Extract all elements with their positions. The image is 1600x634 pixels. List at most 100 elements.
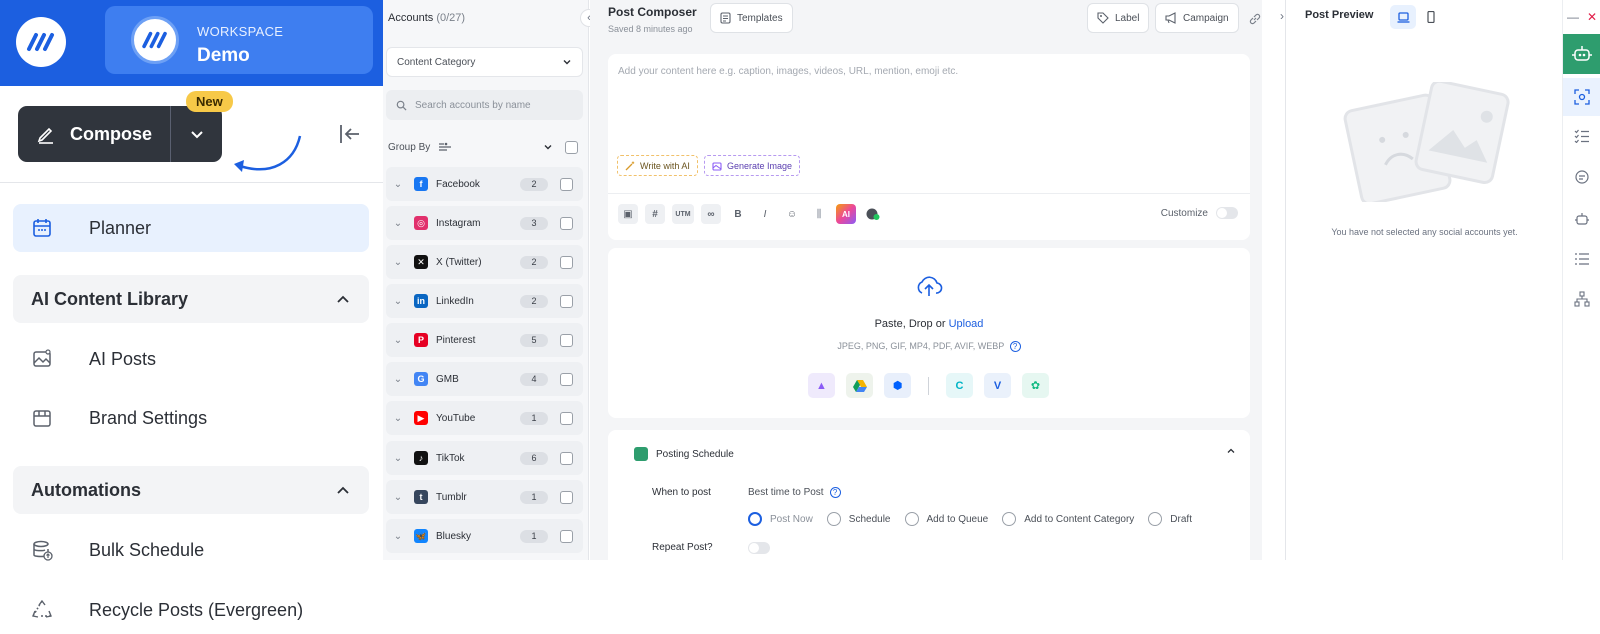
option-add-to-content-category[interactable]: Add to Content Category xyxy=(1002,512,1134,526)
chart-icon[interactable]: ⫼ xyxy=(809,204,829,224)
vistacreate-icon[interactable]: V xyxy=(984,373,1011,398)
chevron-right-icon[interactable]: › xyxy=(1280,9,1284,23)
platform-row[interactable]: ⌄ ▶ YouTube 1 xyxy=(386,401,583,435)
platform-row[interactable]: ⌄ t Tumblr 1 xyxy=(386,480,583,514)
posting-schedule-header[interactable]: Posting Schedule xyxy=(634,447,734,461)
google-drive-icon[interactable] xyxy=(846,373,873,398)
utm-icon[interactable]: UTM xyxy=(672,204,694,224)
radio-button[interactable] xyxy=(1148,512,1163,526)
media-upload-area[interactable]: Paste, Drop or Upload JPEG, PNG, GIF, MP… xyxy=(608,248,1250,418)
comments-icon[interactable] xyxy=(1563,163,1600,191)
generate-image-button[interactable]: Generate Image xyxy=(704,155,801,176)
chevron-down-icon[interactable]: ⌄ xyxy=(386,296,410,307)
bold-icon[interactable]: B xyxy=(728,204,748,224)
radio-button[interactable] xyxy=(826,512,841,526)
platform-row[interactable]: ⌄ ✕ X (Twitter) 2 xyxy=(386,245,583,279)
best-time-link[interactable]: Best time to Post ? xyxy=(748,487,841,498)
platform-checkbox[interactable] xyxy=(560,529,573,543)
desktop-preview-toggle[interactable] xyxy=(1390,5,1416,29)
collapse-sidebar-icon[interactable] xyxy=(338,122,362,146)
option-post-now[interactable]: Post Now xyxy=(748,512,813,526)
sidebar-item-ai-posts[interactable]: AI Posts xyxy=(13,335,369,383)
chevron-down-icon[interactable]: ⌄ xyxy=(386,453,410,464)
platform-row[interactable]: ⌄ P Pinterest 5 xyxy=(386,323,583,357)
option-schedule[interactable]: Schedule xyxy=(826,512,891,526)
platform-checkbox[interactable] xyxy=(560,177,573,191)
chevron-up-icon[interactable] xyxy=(1226,446,1236,456)
help-icon[interactable]: ? xyxy=(829,487,841,498)
platform-row[interactable]: ⌄ ◎ Instagram 3 xyxy=(386,206,583,240)
platform-row[interactable]: ⌄ in LinkedIn 2 xyxy=(386,284,583,318)
sidebar-item-recycle-posts[interactable]: Recycle Posts (Evergreen) xyxy=(13,586,369,634)
platform-checkbox[interactable] xyxy=(560,294,573,308)
radio-button[interactable] xyxy=(748,512,762,526)
radio-button[interactable] xyxy=(1002,512,1017,526)
italic-icon[interactable]: I xyxy=(755,204,775,224)
compose-button[interactable]: Compose xyxy=(18,106,222,162)
templates-button[interactable]: Templates xyxy=(710,3,793,33)
select-all-checkbox[interactable] xyxy=(565,140,578,154)
checklist-icon[interactable] xyxy=(1563,122,1600,150)
ai-assistant-button[interactable] xyxy=(1563,34,1600,74)
platform-row[interactable]: ⌄ G GMB 4 xyxy=(386,362,583,396)
upload-link[interactable]: Upload xyxy=(949,318,984,330)
platform-row[interactable]: ⌄ f Facebook 2 xyxy=(386,167,583,201)
campaign-button[interactable]: Campaign xyxy=(1155,3,1239,33)
sidebar-group-automations[interactable]: Automations xyxy=(13,466,369,514)
idea-robot-icon[interactable] xyxy=(1563,205,1600,233)
sidebar-group-ai-content-library[interactable]: AI Content Library xyxy=(13,275,369,323)
sidebar-item-brand-settings[interactable]: Brand Settings xyxy=(13,394,369,442)
help-icon[interactable]: ? xyxy=(1009,341,1021,352)
customize-toggle[interactable] xyxy=(1216,207,1238,219)
workspace-switcher[interactable]: WORKSPACE Demo xyxy=(105,6,373,74)
option-add-to-queue[interactable]: Add to Queue xyxy=(904,512,988,526)
chevron-down-icon[interactable]: ⌄ xyxy=(386,179,410,190)
chevron-down-icon[interactable]: ⌄ xyxy=(386,531,410,542)
emoji-icon[interactable]: ☺ xyxy=(782,204,802,224)
platform-checkbox[interactable] xyxy=(560,411,573,425)
post-editor[interactable]: Add your content here e.g. caption, imag… xyxy=(608,54,1250,240)
chevron-down-icon[interactable]: ⌄ xyxy=(386,257,410,268)
option-draft[interactable]: Draft xyxy=(1148,512,1192,526)
chevron-down-icon[interactable]: ⌄ xyxy=(386,492,410,503)
ai-gradient-icon[interactable]: AI xyxy=(836,204,856,224)
minimize-icon[interactable]: — xyxy=(1567,10,1579,24)
chevron-down-icon[interactable]: ⌄ xyxy=(386,335,410,346)
chevron-down-icon[interactable]: ⌄ xyxy=(386,218,410,229)
chevron-down-icon[interactable]: ⌄ xyxy=(386,374,410,385)
platform-checkbox[interactable] xyxy=(560,451,573,465)
mobile-preview-toggle[interactable] xyxy=(1418,5,1444,29)
platform-row[interactable]: ⌄ ♪ TikTok 6 xyxy=(386,441,583,475)
platform-checkbox[interactable] xyxy=(560,372,573,386)
compose-dropdown-toggle[interactable] xyxy=(171,106,222,162)
app-logo[interactable] xyxy=(16,17,66,67)
repeat-post-toggle[interactable] xyxy=(748,542,770,554)
hierarchy-icon[interactable] xyxy=(1563,285,1600,313)
media-library-icon[interactable]: ▲ xyxy=(808,373,835,398)
list-icon[interactable] xyxy=(1563,245,1600,273)
compose-main-action[interactable]: Compose xyxy=(18,106,171,162)
chatgpt-icon[interactable] xyxy=(863,204,883,224)
link-shortener-icon[interactable]: ∞ xyxy=(701,204,721,224)
save-icon[interactable]: ▣ xyxy=(618,204,638,224)
group-by-control[interactable]: Group By xyxy=(388,138,578,156)
hashtag-icon[interactable]: # xyxy=(645,204,665,224)
platform-checkbox[interactable] xyxy=(560,255,573,269)
radio-button[interactable] xyxy=(904,512,919,526)
account-search-input[interactable]: Search accounts by name xyxy=(386,90,583,120)
platform-row[interactable]: ⌄ 🦋 Bluesky 1 xyxy=(386,519,583,553)
link-icon[interactable] xyxy=(1248,12,1262,26)
platform-checkbox[interactable] xyxy=(560,490,573,504)
platform-checkbox[interactable] xyxy=(560,216,573,230)
write-with-ai-button[interactable]: Write with AI xyxy=(617,155,698,176)
sidebar-item-planner[interactable]: Planner xyxy=(13,204,369,252)
chevron-down-icon[interactable]: ⌄ xyxy=(386,413,410,424)
close-icon[interactable]: ✕ xyxy=(1587,10,1597,24)
canva-icon[interactable]: C xyxy=(946,373,973,398)
sidebar-item-bulk-schedule[interactable]: Bulk Schedule xyxy=(13,526,369,574)
postnitro-icon[interactable]: ✿ xyxy=(1022,373,1049,398)
dropbox-icon[interactable]: ⬢ xyxy=(884,373,911,398)
content-category-select[interactable]: Content Category xyxy=(386,47,583,77)
label-button[interactable]: Label xyxy=(1087,3,1150,33)
platform-checkbox[interactable] xyxy=(560,333,573,347)
